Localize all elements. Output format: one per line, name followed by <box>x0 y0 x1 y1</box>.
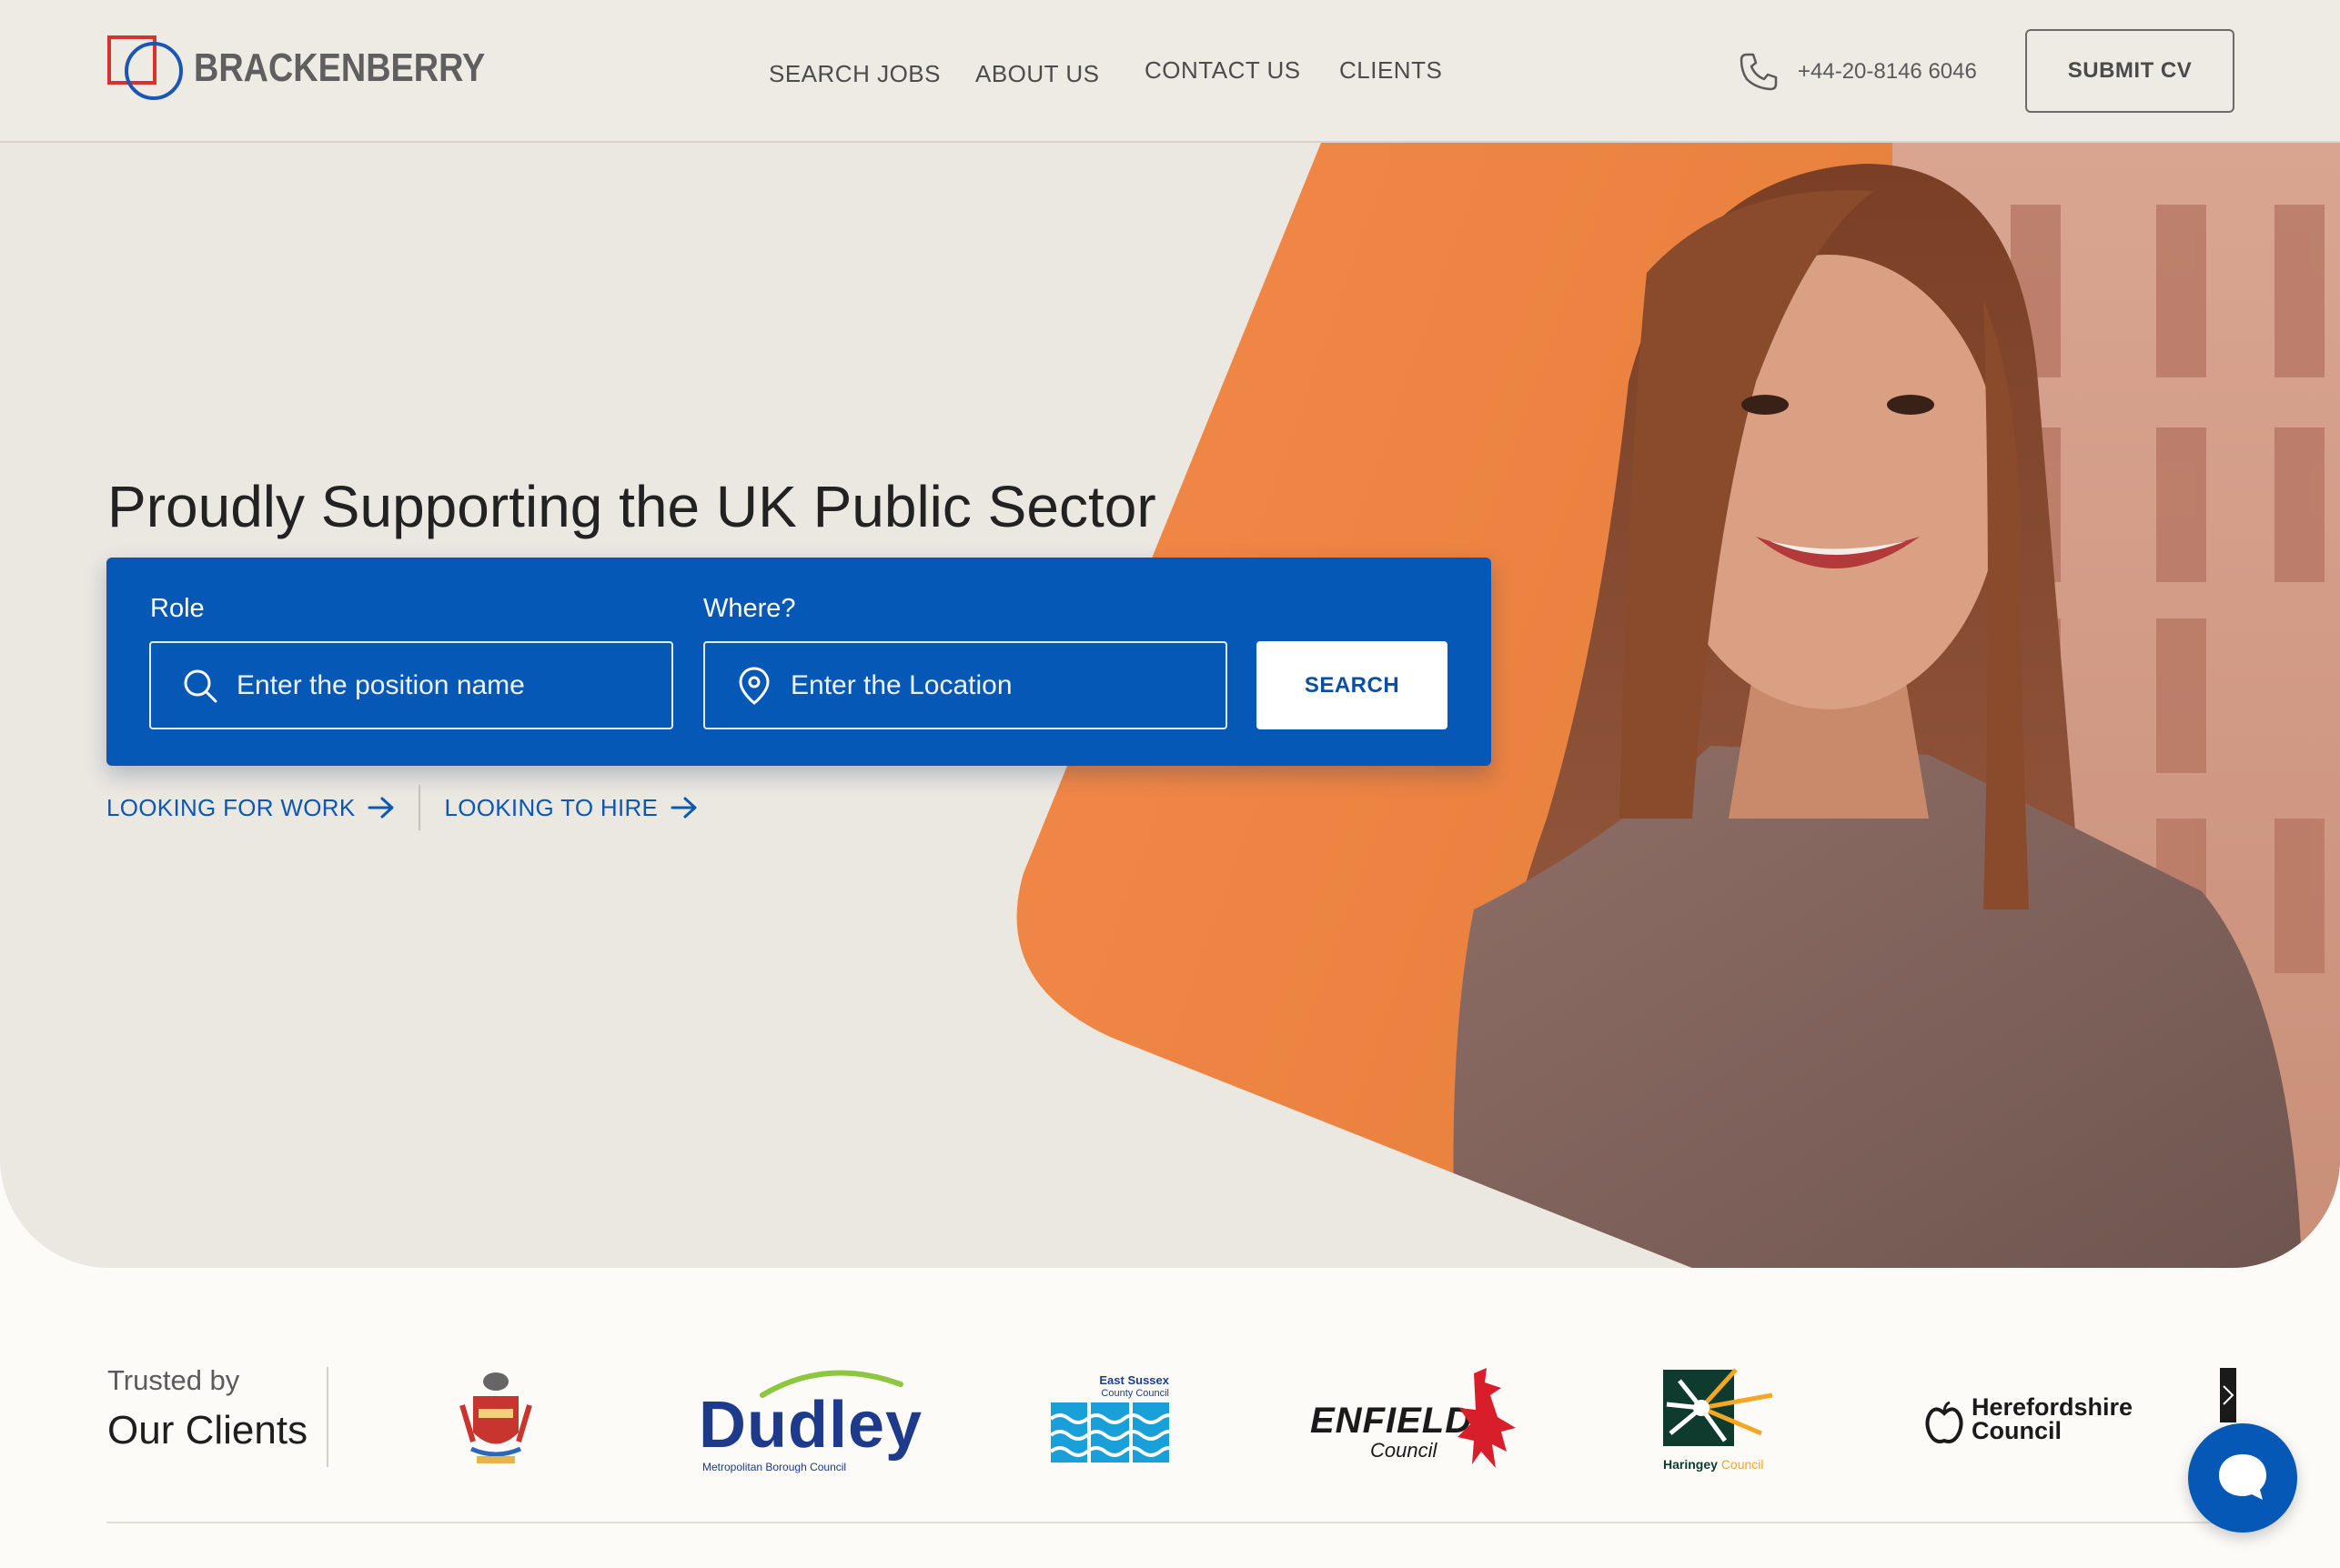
east-sussex-waves <box>1051 1402 1169 1462</box>
role-field[interactable] <box>149 641 673 729</box>
nav-search-jobs[interactable]: SEARCH JOBS <box>769 60 941 88</box>
haringey-logo[interactable]: Haringey Council <box>1661 1368 1789 1477</box>
brand-logo[interactable]: BRACKENBERRY <box>106 35 532 102</box>
east-sussex-logo[interactable]: East Sussex County Council <box>1051 1373 1169 1464</box>
dudley-logo[interactable]: Dudley Metropolitan Borough Council <box>699 1362 922 1481</box>
haringey-star-icon <box>1663 1368 1773 1446</box>
looking-to-hire-label: LOOKING TO HIRE <box>444 793 659 821</box>
role-label: Role <box>150 594 205 623</box>
location-field[interactable] <box>703 641 1227 729</box>
brand-name: BRACKENBERRY <box>194 45 486 90</box>
enfield-subtitle: Council <box>1370 1439 1437 1462</box>
east-sussex-name: East Sussex <box>1099 1373 1169 1387</box>
arrow-right-icon <box>368 797 394 819</box>
link-divider <box>419 785 421 830</box>
search-icon <box>184 669 217 702</box>
enfield-logo[interactable]: ENFIELD Council <box>1310 1364 1519 1478</box>
looking-to-hire-link[interactable]: LOOKING TO HIRE <box>444 794 698 822</box>
location-input[interactable] <box>791 669 1209 701</box>
submit-cv-button[interactable]: SUBMIT CV <box>2025 29 2234 113</box>
where-label: Where? <box>703 594 796 623</box>
nav-about-us[interactable]: ABOUT US <box>975 60 1099 88</box>
search-button[interactable]: SEARCH <box>1256 641 1447 729</box>
chat-button[interactable] <box>2188 1423 2297 1533</box>
herefordshire-subtitle: Council <box>1972 1417 2062 1444</box>
nav-clients[interactable]: CLIENTS <box>1339 56 1442 85</box>
site-header: BRACKENBERRY SEARCH JOBS ABOUT US CONTAC… <box>0 0 2340 143</box>
location-pin-icon <box>739 666 770 705</box>
east-sussex-subtitle: County Council <box>1101 1388 1169 1399</box>
section-divider <box>106 1522 2235 1523</box>
herefordshire-logo[interactable]: Herefordshire Council <box>1924 1393 2143 1457</box>
chat-bubble-icon <box>2219 1454 2266 1500</box>
enfield-dragon-icon <box>1457 1368 1516 1468</box>
dudley-wordmark: Dudley <box>699 1389 923 1462</box>
haringey-subtitle: Council <box>1720 1457 1764 1472</box>
looking-for-work-link[interactable]: LOOKING FOR WORK <box>106 794 395 822</box>
audience-links: LOOKING FOR WORK LOOKING TO HIRE <box>106 784 698 831</box>
council-crest-logo[interactable] <box>455 1369 537 1471</box>
looking-for-work-label: LOOKING FOR WORK <box>106 793 356 821</box>
job-search-panel: Role Where? SEARCH <box>106 558 1491 766</box>
haringey-name: Haringey <box>1663 1457 1718 1472</box>
arrow-right-icon <box>671 797 697 819</box>
client-logos: Dudley Metropolitan Borough Council East… <box>0 1355 2340 1492</box>
apple-icon <box>1925 1401 1963 1443</box>
role-input[interactable] <box>237 669 655 701</box>
phone-number: +44-20-8146 6046 <box>1798 59 1977 84</box>
hero-headline: Proudly Supporting the UK Public Sector <box>107 474 1156 539</box>
dudley-subtitle: Metropolitan Borough Council <box>702 1461 847 1473</box>
phone-icon <box>1740 53 1778 91</box>
nav-contact-us[interactable]: CONTACT US <box>1145 56 1301 85</box>
hero-section: Proudly Supporting the UK Public Sector … <box>0 0 2340 1268</box>
haringey-wordmark: Haringey Council <box>1663 1457 1764 1472</box>
partial-client-logo[interactable] <box>2220 1368 2236 1422</box>
brand-logo-mark <box>107 35 183 100</box>
phone-contact[interactable]: +44-20-8146 6046 <box>1738 51 1977 93</box>
